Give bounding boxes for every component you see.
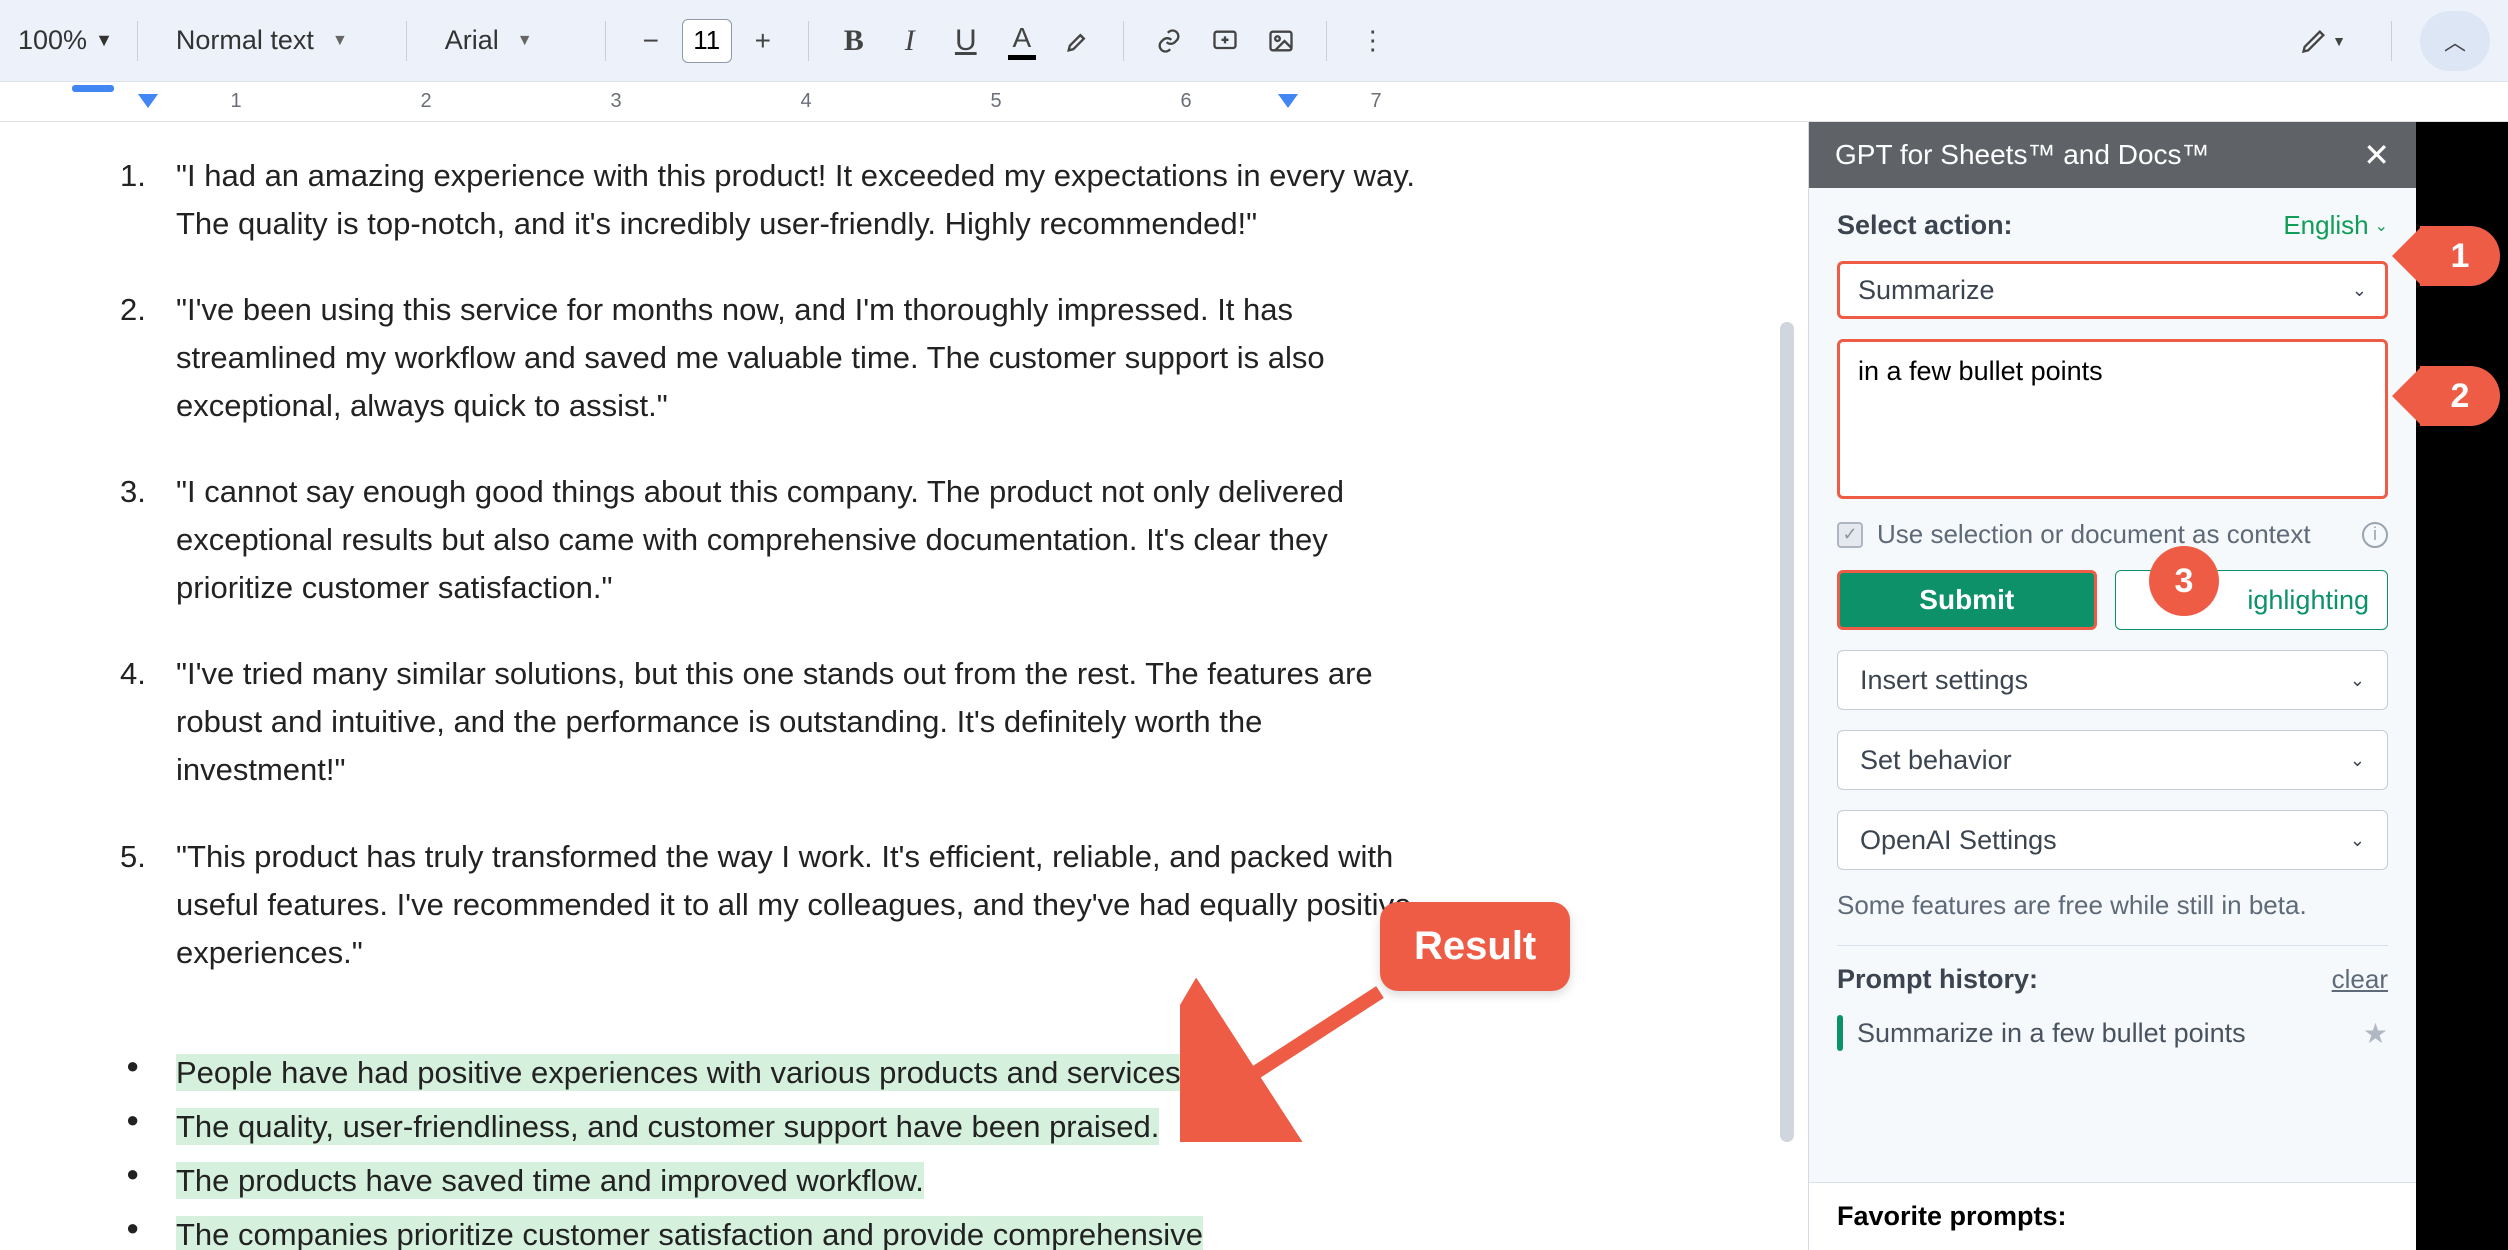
callout-1: 1 <box>2420 226 2500 286</box>
list-item[interactable]: "I've tried many similar solutions, but … <box>120 650 1420 794</box>
divider <box>406 21 407 61</box>
font-value: Arial <box>445 25 499 56</box>
sidepanel-header: GPT for Sheets™ and Docs™ ✕ <box>1809 122 2416 188</box>
divider <box>808 21 809 61</box>
insert-link-button[interactable] <box>1148 20 1190 62</box>
beta-note: Some features are free while still in be… <box>1837 890 2388 921</box>
chevron-down-icon: ⌄ <box>2350 750 2365 771</box>
ruler-number: 4 <box>800 90 811 113</box>
list-item[interactable]: "This product has truly transformed the … <box>120 833 1420 977</box>
more-options-button[interactable]: ⋮ <box>1351 20 1393 62</box>
divider <box>1123 21 1124 61</box>
chevron-down-icon: ▼ <box>95 30 113 51</box>
ruler-number: 2 <box>420 90 431 113</box>
history-item-text: Summarize in a few bullet points <box>1857 1018 2349 1049</box>
ruler-number: 1 <box>230 90 241 113</box>
select-action-label: Select action: <box>1837 210 2013 241</box>
underline-button[interactable]: U <box>945 20 987 62</box>
highlight-color-button[interactable] <box>1057 20 1099 62</box>
submit-button[interactable]: Submit <box>1837 570 2097 630</box>
prompt-history-title: Prompt history: <box>1837 964 2038 995</box>
chevron-down-icon: ⌄ <box>2375 216 2388 236</box>
chevron-down-icon: ▼ <box>517 32 533 50</box>
bold-button[interactable]: B <box>833 20 875 62</box>
result-annotation: Result <box>1380 902 1570 991</box>
list-item[interactable]: "I had an amazing experience with this p… <box>120 152 1420 248</box>
decrease-font-button[interactable]: − <box>630 20 672 62</box>
info-icon[interactable]: i <box>2362 522 2388 548</box>
clear-history-link[interactable]: clear <box>2332 964 2388 995</box>
editing-mode-button[interactable]: ▼ <box>2283 20 2363 62</box>
scrollbar-thumb[interactable] <box>1780 322 1794 1142</box>
action-select[interactable]: Summarize ⌄ <box>1837 261 2388 319</box>
paragraph-style-dropdown[interactable]: Normal text ▼ <box>162 19 382 62</box>
font-dropdown[interactable]: Arial ▼ <box>431 19 581 62</box>
zoom-dropdown[interactable]: 100% ▼ <box>18 25 113 56</box>
arrow-annotation <box>1180 972 1400 1142</box>
divider <box>1326 21 1327 61</box>
text-color-button[interactable]: A <box>1001 20 1043 62</box>
chevron-down-icon: ▼ <box>332 32 348 50</box>
action-value: Summarize <box>1858 275 1995 306</box>
star-icon[interactable]: ★ <box>2363 1017 2388 1050</box>
insert-comment-button[interactable] <box>1204 20 1246 62</box>
prompt-textarea[interactable] <box>1837 339 2388 499</box>
document-area: "I had an amazing experience with this p… <box>0 122 1808 1250</box>
list-item[interactable]: The companies prioritize customer satisf… <box>120 1211 1420 1250</box>
ruler-number: 3 <box>610 90 621 113</box>
divider <box>137 21 138 61</box>
callout-2: 2 <box>2420 366 2500 426</box>
openai-settings-accordion[interactable]: OpenAI Settings ⌄ <box>1837 810 2388 870</box>
ruler-number: 6 <box>1180 90 1191 113</box>
favorite-prompts-section[interactable]: Favorite prompts: <box>1809 1182 2416 1250</box>
history-indicator <box>1837 1015 1843 1051</box>
close-icon[interactable]: ✕ <box>2363 136 2390 174</box>
list-item[interactable]: "I cannot say enough good things about t… <box>120 468 1420 612</box>
toolbar: 100% ▼ Normal text ▼ Arial ▼ − + B I U A… <box>0 0 2508 82</box>
callout-3: 3 <box>2149 546 2219 616</box>
addon-sidepanel: GPT for Sheets™ and Docs™ ✕ Select actio… <box>1808 122 2416 1250</box>
style-value: Normal text <box>176 25 314 56</box>
ruler-number: 7 <box>1370 90 1381 113</box>
insert-image-button[interactable] <box>1260 20 1302 62</box>
right-edge <box>2416 122 2508 1250</box>
italic-button[interactable]: I <box>889 20 931 62</box>
divider <box>2391 21 2392 61</box>
insert-settings-accordion[interactable]: Insert settings ⌄ <box>1837 650 2388 710</box>
language-dropdown[interactable]: English ⌄ <box>2283 210 2388 241</box>
sidepanel-title: GPT for Sheets™ and Docs™ <box>1835 139 2210 171</box>
list-item[interactable]: "I've been using this service for months… <box>120 286 1420 430</box>
font-size-group: − + <box>630 19 784 63</box>
context-checkbox-label: Use selection or document as context <box>1877 519 2311 550</box>
chevron-down-icon: ⌄ <box>2350 830 2365 851</box>
set-behavior-accordion[interactable]: Set behavior ⌄ <box>1837 730 2388 790</box>
zoom-value: 100% <box>18 25 87 56</box>
context-checkbox-row: ✓ Use selection or document as context i <box>1837 519 2388 550</box>
context-checkbox[interactable]: ✓ <box>1837 522 1863 548</box>
ruler: 1 2 3 4 5 6 7 <box>0 82 2508 122</box>
increase-font-button[interactable]: + <box>742 20 784 62</box>
history-item[interactable]: Summarize in a few bullet points ★ <box>1837 1015 2388 1051</box>
numbered-list: "I had an amazing experience with this p… <box>120 152 1420 977</box>
chevron-down-icon: ⌄ <box>2350 670 2365 691</box>
font-size-input[interactable] <box>682 19 732 63</box>
ruler-number: 5 <box>990 90 1001 113</box>
chevron-down-icon: ⌄ <box>2352 280 2367 301</box>
divider <box>605 21 606 61</box>
collapse-toolbar-button[interactable]: ︿ <box>2420 11 2490 71</box>
list-item[interactable]: The products have saved time and improve… <box>120 1157 1420 1205</box>
